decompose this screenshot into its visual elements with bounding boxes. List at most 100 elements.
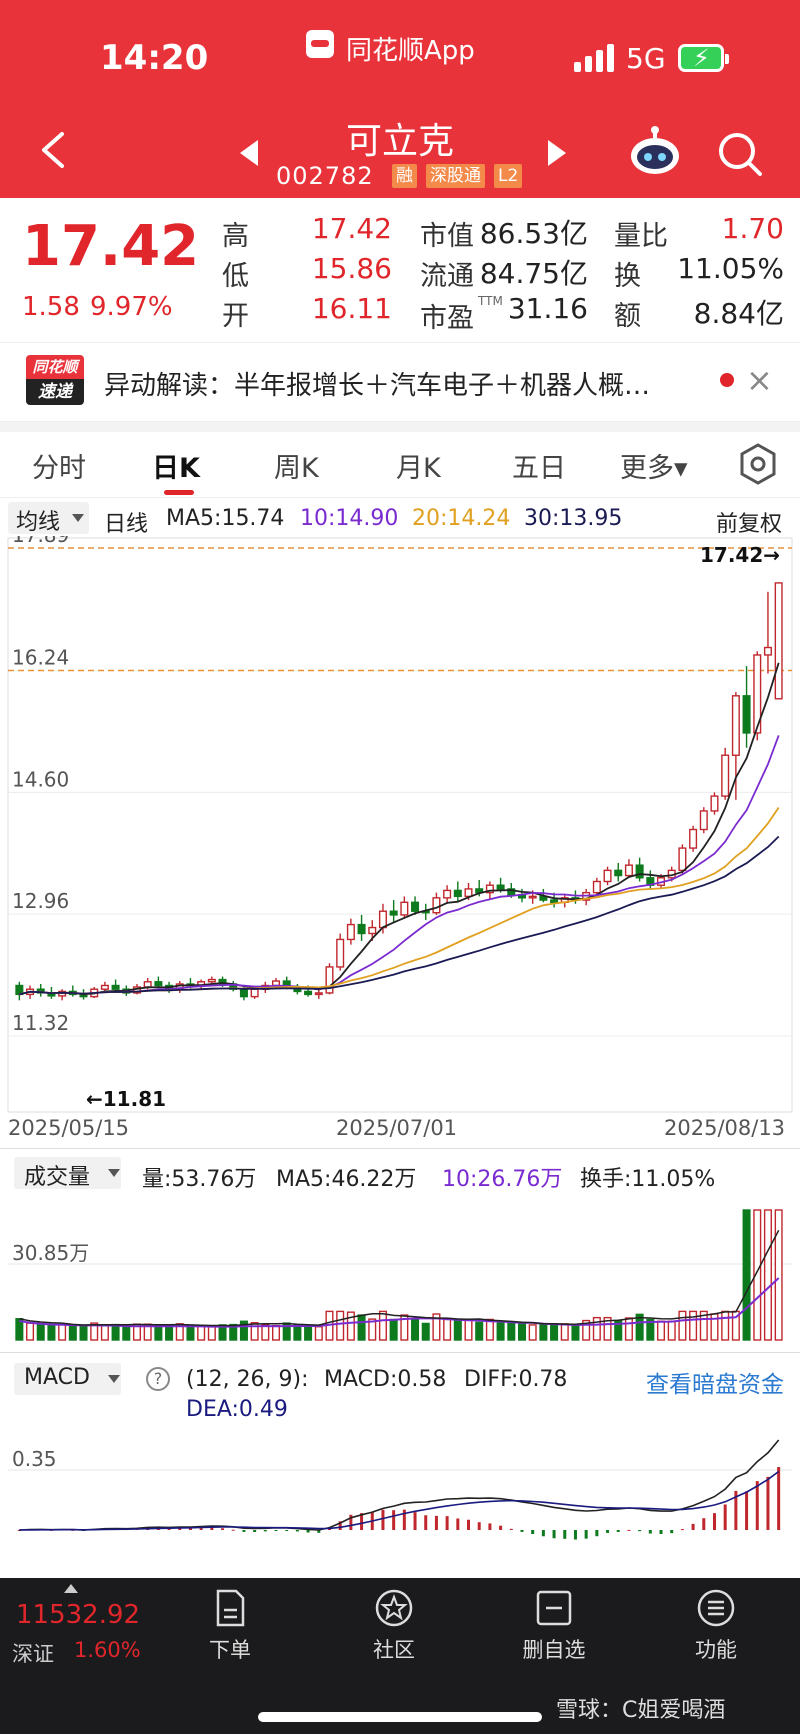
volume-bar — [560, 1323, 569, 1341]
community-star-icon — [375, 1589, 413, 1627]
signal-icon — [574, 44, 618, 72]
news-close-icon[interactable]: × — [746, 361, 773, 399]
nav-place-order[interactable]: 下单 — [180, 1588, 280, 1664]
tab-five-day[interactable]: 五日 — [512, 446, 566, 485]
index-name: 深证 — [12, 1642, 54, 1666]
ma5-value: MA5:15.74 — [166, 506, 285, 531]
kline-chart[interactable]: 17.89 16.24 14.60 12.96 11.32 17.42→ ←11.81 — [0, 536, 800, 1114]
news-banner[interactable]: 同花顺 速递 异动解读：半年报增长＋汽车电子＋机器人概… × — [0, 342, 800, 422]
news-text[interactable]: 异动解读：半年报增长＋汽车电子＋机器人概… — [104, 365, 686, 402]
tab-weekly-k[interactable]: 周K — [274, 446, 319, 485]
tab-intraday[interactable]: 分时 — [32, 446, 86, 485]
macd-bar — [573, 1530, 577, 1540]
macd-bar — [392, 1510, 396, 1530]
candle-body — [304, 990, 313, 996]
candle-body — [100, 984, 109, 990]
volume-bar — [624, 1317, 633, 1341]
value-pe: 31.16 — [507, 292, 588, 325]
nav-functions[interactable]: 功能 — [666, 1588, 766, 1664]
volume-bar — [58, 1323, 67, 1341]
macd-bar — [680, 1529, 684, 1531]
macd-indicator-selector[interactable]: MACD — [14, 1363, 121, 1395]
kline-y-ticks: 17.89 16.24 14.60 12.96 11.32 — [12, 536, 69, 1035]
macd-bar — [606, 1530, 610, 1533]
dropdown-caret-icon — [108, 1169, 120, 1177]
value-high: 17.42 — [311, 212, 392, 245]
index-change-percent: 1.60% — [74, 1638, 141, 1662]
volume-bar — [667, 1320, 676, 1341]
search-icon[interactable] — [716, 130, 764, 178]
volume-chart[interactable]: 30.85万 — [0, 1192, 800, 1344]
help-icon[interactable]: ? — [146, 1367, 170, 1391]
volume-bar — [421, 1322, 430, 1341]
nav-community[interactable]: 社区 — [344, 1588, 444, 1664]
candle-body — [721, 754, 730, 797]
label-high: 高 — [222, 221, 249, 252]
ma20-value: 20:14.24 — [412, 506, 511, 531]
volume-ma5: MA5:46.22万 — [276, 1167, 417, 1192]
news-logo-top: 同花顺 — [26, 355, 84, 379]
nav-remove-watchlist[interactable]: 删自选 — [504, 1588, 604, 1664]
volume-selector-label: 成交量 — [24, 1165, 91, 1190]
tab-more[interactable]: 更多▾ — [620, 446, 688, 485]
macd-bar — [467, 1519, 471, 1530]
home-indicator — [258, 1712, 542, 1722]
macd-bar — [638, 1530, 642, 1532]
candle-body — [346, 923, 355, 941]
status-time: 14:20 — [100, 38, 209, 78]
macd-bar — [221, 1528, 225, 1530]
active-tab-indicator — [164, 490, 194, 495]
macd-bar — [306, 1530, 310, 1533]
chart-settings-icon[interactable] — [736, 442, 780, 486]
dark-pool-funds-link[interactable]: 查看暗盘资金 — [646, 1365, 784, 1399]
volume-y-tick: 30.85万 — [12, 1241, 89, 1265]
tab-monthly-k[interactable]: 月K — [396, 446, 441, 485]
volume-bar — [197, 1324, 206, 1341]
candle-body — [603, 869, 612, 883]
kline-x-axis: 2025/05/15 2025/07/01 2025/08/13 — [0, 1116, 800, 1142]
robot-assistant-icon[interactable] — [628, 124, 682, 176]
volume-indicator-selector[interactable]: 成交量 — [14, 1157, 121, 1190]
macd-bar — [253, 1530, 257, 1532]
tag-connect: 深股通 — [426, 164, 485, 188]
next-stock-button[interactable] — [544, 138, 570, 168]
moving-average-legend: 均线 日线 MA5:15.74 10:14.90 20:14.24 30:13.… — [0, 500, 800, 538]
macd-bar — [499, 1525, 503, 1530]
tag-level2: L2 — [494, 164, 523, 188]
volume-bar — [26, 1322, 35, 1341]
macd-bar — [274, 1530, 278, 1531]
candle-body — [378, 910, 387, 929]
volume-ma10: 10:26.76万 — [442, 1167, 563, 1192]
dropdown-caret-icon — [108, 1375, 120, 1383]
value-amount: 8.84亿 — [693, 297, 784, 330]
app-name: 同花顺App — [346, 36, 475, 66]
candle-body — [411, 901, 420, 912]
order-document-icon — [216, 1589, 245, 1627]
volume-bar — [314, 1326, 323, 1341]
tab-daily-k[interactable]: 日K — [152, 446, 200, 485]
index-value[interactable]: 11532.92 — [16, 1600, 140, 1630]
remove-watchlist-icon — [536, 1590, 572, 1626]
macd-bar — [627, 1529, 631, 1531]
macd-bar — [702, 1518, 706, 1530]
value-turnover: 11.05% — [677, 252, 784, 285]
macd-bar — [766, 1476, 770, 1530]
macd-bar — [231, 1529, 235, 1531]
macd-bar — [659, 1530, 663, 1534]
macd-chart[interactable]: 0.35 — [0, 1414, 800, 1566]
news-unread-dot — [720, 373, 734, 387]
macd-bar — [723, 1504, 727, 1530]
news-logo-icon: 同花顺 速递 — [26, 355, 84, 405]
tag-margin: 融 — [392, 164, 417, 188]
volume-bar — [186, 1325, 195, 1341]
macd-bar — [755, 1481, 759, 1530]
volume-bar — [378, 1310, 387, 1341]
macd-bar — [188, 1528, 192, 1530]
ma-line — [19, 735, 780, 996]
price-adjust-mode[interactable]: 前复权 — [716, 506, 782, 538]
x-tick-start: 2025/05/15 — [8, 1116, 130, 1140]
index-up-arrow-icon — [64, 1584, 78, 1593]
volume-bar — [517, 1323, 527, 1341]
volume-bar — [592, 1316, 601, 1341]
y-tick-label: 16.24 — [12, 646, 69, 670]
